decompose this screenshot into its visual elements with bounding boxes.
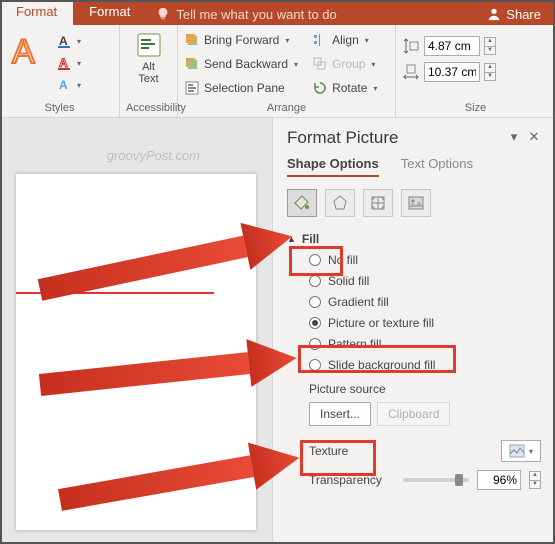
align-button[interactable]: Align▾ <box>312 29 377 51</box>
texture-picker[interactable]: ▾ <box>501 440 541 462</box>
radio-gradient-fill[interactable]: Gradient fill <box>309 295 541 309</box>
transparency-spinner[interactable]: ▲▼ <box>529 471 541 489</box>
text-options-tab[interactable]: Text Options <box>401 156 473 177</box>
format-picture-pane: Format Picture ▾ ✕ Shape Options Text Op… <box>272 118 555 544</box>
text-fill-dropdown[interactable]: A▾ <box>54 31 84 51</box>
transparency-input[interactable] <box>477 470 521 490</box>
width-spinner[interactable]: ▲▼ <box>484 63 496 81</box>
clipboard-button: Clipboard <box>377 402 450 426</box>
tab-format[interactable]: Format <box>73 0 146 25</box>
text-outline-dropdown[interactable]: A▾ <box>54 53 84 73</box>
red-underline <box>16 292 214 294</box>
group-label-accessibility: Accessibility <box>126 101 171 116</box>
pane-options-dropdown[interactable]: ▾ <box>507 131 521 145</box>
fill-section-header[interactable]: ▲ Fill <box>287 227 541 251</box>
radio-no-fill[interactable]: No fill <box>309 253 541 267</box>
tell-me-placeholder: Tell me what you want to do <box>176 7 336 22</box>
picture-category-button[interactable] <box>401 189 431 217</box>
radio-picture-fill[interactable]: Picture or texture fill <box>309 316 541 330</box>
slide-thumbnail[interactable] <box>16 174 256 530</box>
fill-section-label: Fill <box>302 232 319 246</box>
height-icon <box>402 37 420 55</box>
picture-source-label: Picture source <box>287 376 541 400</box>
wordart-style-preview[interactable]: A <box>6 29 50 73</box>
alt-text-label: Alt Text <box>138 61 158 85</box>
height-input-row: ▲▼ <box>402 35 496 57</box>
radio-solid-fill[interactable]: Solid fill <box>309 274 541 288</box>
group-label-arrange: Arrange <box>184 101 389 116</box>
shape-options-tab[interactable]: Shape Options <box>287 156 379 177</box>
radio-slide-bg-fill[interactable]: Slide background fill <box>309 358 541 372</box>
share-label: Share <box>506 7 541 22</box>
transparency-slider[interactable] <box>403 478 469 482</box>
watermark-text: groovyPost.com <box>107 148 200 163</box>
slide-canvas-area: groovyPost.com <box>0 118 272 544</box>
pane-title: Format Picture <box>287 128 501 148</box>
width-input-row: ▲▼ <box>402 61 496 83</box>
ribbon: A A▾ A▾ A▾ Styles Alt Text Acce <box>0 25 555 118</box>
group-button[interactable]: Group▾ <box>312 53 377 75</box>
collapse-triangle-icon: ▲ <box>287 234 296 244</box>
height-input[interactable] <box>424 36 480 56</box>
tab-format-active[interactable]: Format <box>0 0 73 25</box>
alt-text-button[interactable]: Alt Text <box>127 29 171 85</box>
transparency-label: Transparency <box>309 473 395 487</box>
group-label-styles: Styles <box>6 101 113 116</box>
effects-category-button[interactable] <box>325 189 355 217</box>
insert-picture-button[interactable]: Insert... <box>309 402 371 426</box>
svg-text:A: A <box>59 78 68 92</box>
rotate-button[interactable]: Rotate▾ <box>312 77 377 99</box>
radio-pattern-fill[interactable]: Pattern fill <box>309 337 541 351</box>
height-spinner[interactable]: ▲▼ <box>484 37 496 55</box>
person-icon <box>487 7 501 21</box>
lightbulb-icon <box>156 7 170 21</box>
svg-text:A: A <box>12 33 35 71</box>
group-label-size: Size <box>402 101 549 116</box>
pane-close-button[interactable]: ✕ <box>527 131 541 145</box>
size-category-button[interactable] <box>363 189 393 217</box>
texture-label: Texture <box>309 444 501 458</box>
svg-text:A: A <box>59 34 68 48</box>
svg-text:A: A <box>59 56 68 70</box>
text-effects-dropdown[interactable]: A▾ <box>54 75 84 95</box>
selection-pane-button[interactable]: Selection Pane <box>184 77 298 99</box>
tell-me-search[interactable]: Tell me what you want to do <box>146 0 473 25</box>
width-input[interactable] <box>424 62 480 82</box>
fill-category-button[interactable] <box>287 189 317 217</box>
send-backward-button[interactable]: Send Backward▾ <box>184 53 298 75</box>
width-icon <box>402 63 420 81</box>
bring-forward-button[interactable]: Bring Forward▾ <box>184 29 298 51</box>
share-button[interactable]: Share <box>473 0 555 25</box>
